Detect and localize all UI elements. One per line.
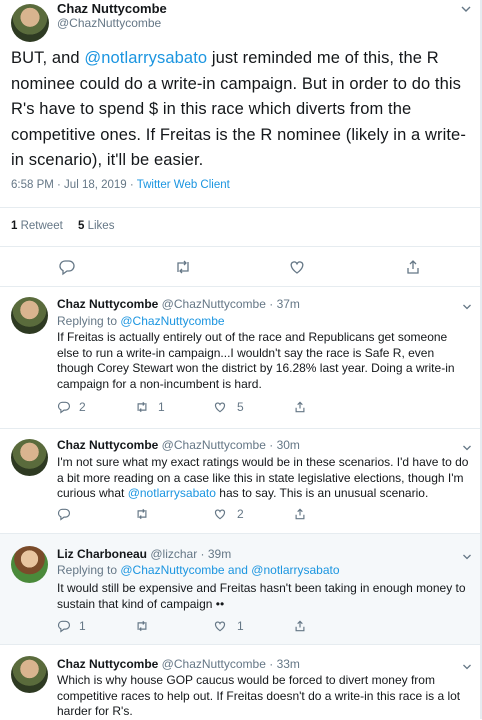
- reply-header: Chaz Nuttycombe @ChazNuttycombe · 37m: [57, 297, 300, 311]
- reply-icon[interactable]: [58, 258, 76, 276]
- likes-stat[interactable]: 5 Likes: [78, 220, 114, 232]
- tweet-meta: 6:58 PM · Jul 18, 2019 · Twitter Web Cli…: [11, 179, 230, 191]
- retweet-count: 1: [158, 400, 165, 414]
- retweets-stat[interactable]: 1 Retweet: [11, 220, 63, 232]
- stats-row: 1 Retweet 5 Likes: [0, 207, 482, 247]
- chevron-down-icon[interactable]: [462, 659, 472, 670]
- reply-count: 1: [79, 619, 86, 633]
- author-handle[interactable]: @ChazNuttycombe · 37m: [158, 297, 300, 311]
- retweet-icon[interactable]: [135, 507, 149, 521]
- reply-icon[interactable]: [57, 400, 71, 414]
- avatar[interactable]: [11, 656, 48, 693]
- author-handle[interactable]: @lizchar · 39m: [147, 547, 231, 561]
- reply-text: If Freitas is actually entirely out of t…: [57, 330, 455, 391]
- chevron-down-icon[interactable]: [462, 440, 472, 451]
- author-name[interactable]: Chaz Nuttycombe: [57, 297, 158, 311]
- like-count: 5: [237, 400, 244, 414]
- reply-header: Chaz Nuttycombe @ChazNuttycombe · 30m: [57, 438, 300, 452]
- mention-link[interactable]: @ChazNuttycombe: [120, 314, 224, 328]
- reply-header: Chaz Nuttycombe @ChazNuttycombe · 33m: [57, 657, 300, 671]
- reply-icon[interactable]: [57, 507, 71, 521]
- share-icon[interactable]: [293, 619, 307, 633]
- author-name[interactable]: Chaz Nuttycombe: [57, 438, 158, 452]
- like-count: 1: [237, 619, 244, 633]
- author-handle[interactable]: @ChazNuttycombe · 30m: [158, 438, 300, 452]
- reply-text: Which is why house GOP caucus would be f…: [57, 673, 461, 718]
- retweet-icon[interactable]: [135, 619, 149, 633]
- avatar[interactable]: [11, 4, 49, 42]
- author-name[interactable]: Chaz Nuttycombe: [57, 1, 167, 16]
- like-icon[interactable]: [213, 400, 227, 414]
- replying-to: Replying to @ChazNuttycombe: [57, 314, 225, 328]
- timestamp[interactable]: 6:58 PM · Jul 18, 2019 ·: [11, 179, 137, 191]
- reply-tweet[interactable]: Liz Charboneau @lizchar · 39m Replying t…: [0, 534, 482, 645]
- retweet-icon[interactable]: [174, 258, 192, 276]
- author-name[interactable]: Chaz Nuttycombe: [57, 657, 158, 671]
- author-name[interactable]: Liz Charboneau: [57, 547, 147, 561]
- author-handle[interactable]: @ChazNuttycombe: [57, 16, 161, 30]
- retweet-icon[interactable]: [135, 400, 149, 414]
- reply-tweet[interactable]: Chaz Nuttycombe @ChazNuttycombe · 30m I'…: [0, 429, 482, 534]
- reply-tweet[interactable]: Chaz Nuttycombe @ChazNuttycombe · 37m Re…: [0, 287, 482, 429]
- like-icon[interactable]: [213, 507, 227, 521]
- client-link[interactable]: Twitter Web Client: [137, 179, 230, 191]
- share-icon[interactable]: [293, 400, 307, 414]
- mention-link[interactable]: @notlarrysabato: [128, 486, 216, 500]
- reply-count: 2: [79, 400, 86, 414]
- replying-to: Replying to @ChazNuttycombe and @notlarr…: [57, 563, 340, 577]
- reply-icon[interactable]: [57, 619, 71, 633]
- mention-link[interactable]: @ChazNuttycombe and @notlarrysabato: [120, 563, 339, 577]
- reply-text: I'm not sure what my exact ratings would…: [57, 455, 469, 500]
- chevron-down-icon[interactable]: [460, 2, 472, 14]
- avatar[interactable]: [11, 546, 48, 583]
- chevron-down-icon[interactable]: [462, 549, 472, 560]
- mention-link[interactable]: @notlarrysabato: [84, 49, 207, 67]
- avatar[interactable]: [11, 297, 48, 334]
- author-handle[interactable]: @ChazNuttycombe · 33m: [158, 657, 300, 671]
- reply-header: Liz Charboneau @lizchar · 39m: [57, 547, 231, 561]
- chevron-down-icon[interactable]: [462, 299, 472, 310]
- like-icon[interactable]: [288, 258, 306, 276]
- share-icon[interactable]: [404, 258, 422, 276]
- tweet-text: BUT, and @notlarrysabato just reminded m…: [11, 49, 466, 169]
- like-icon[interactable]: [213, 619, 227, 633]
- reply-tweet[interactable]: Chaz Nuttycombe @ChazNuttycombe · 33m Wh…: [0, 645, 482, 719]
- share-icon[interactable]: [293, 507, 307, 521]
- main-tweet: Chaz Nuttycombe @ChazNuttycombe BUT, and…: [0, 0, 482, 287]
- reply-text: It would still be expensive and Freitas …: [57, 581, 466, 611]
- avatar[interactable]: [11, 439, 48, 476]
- like-count: 2: [237, 507, 244, 521]
